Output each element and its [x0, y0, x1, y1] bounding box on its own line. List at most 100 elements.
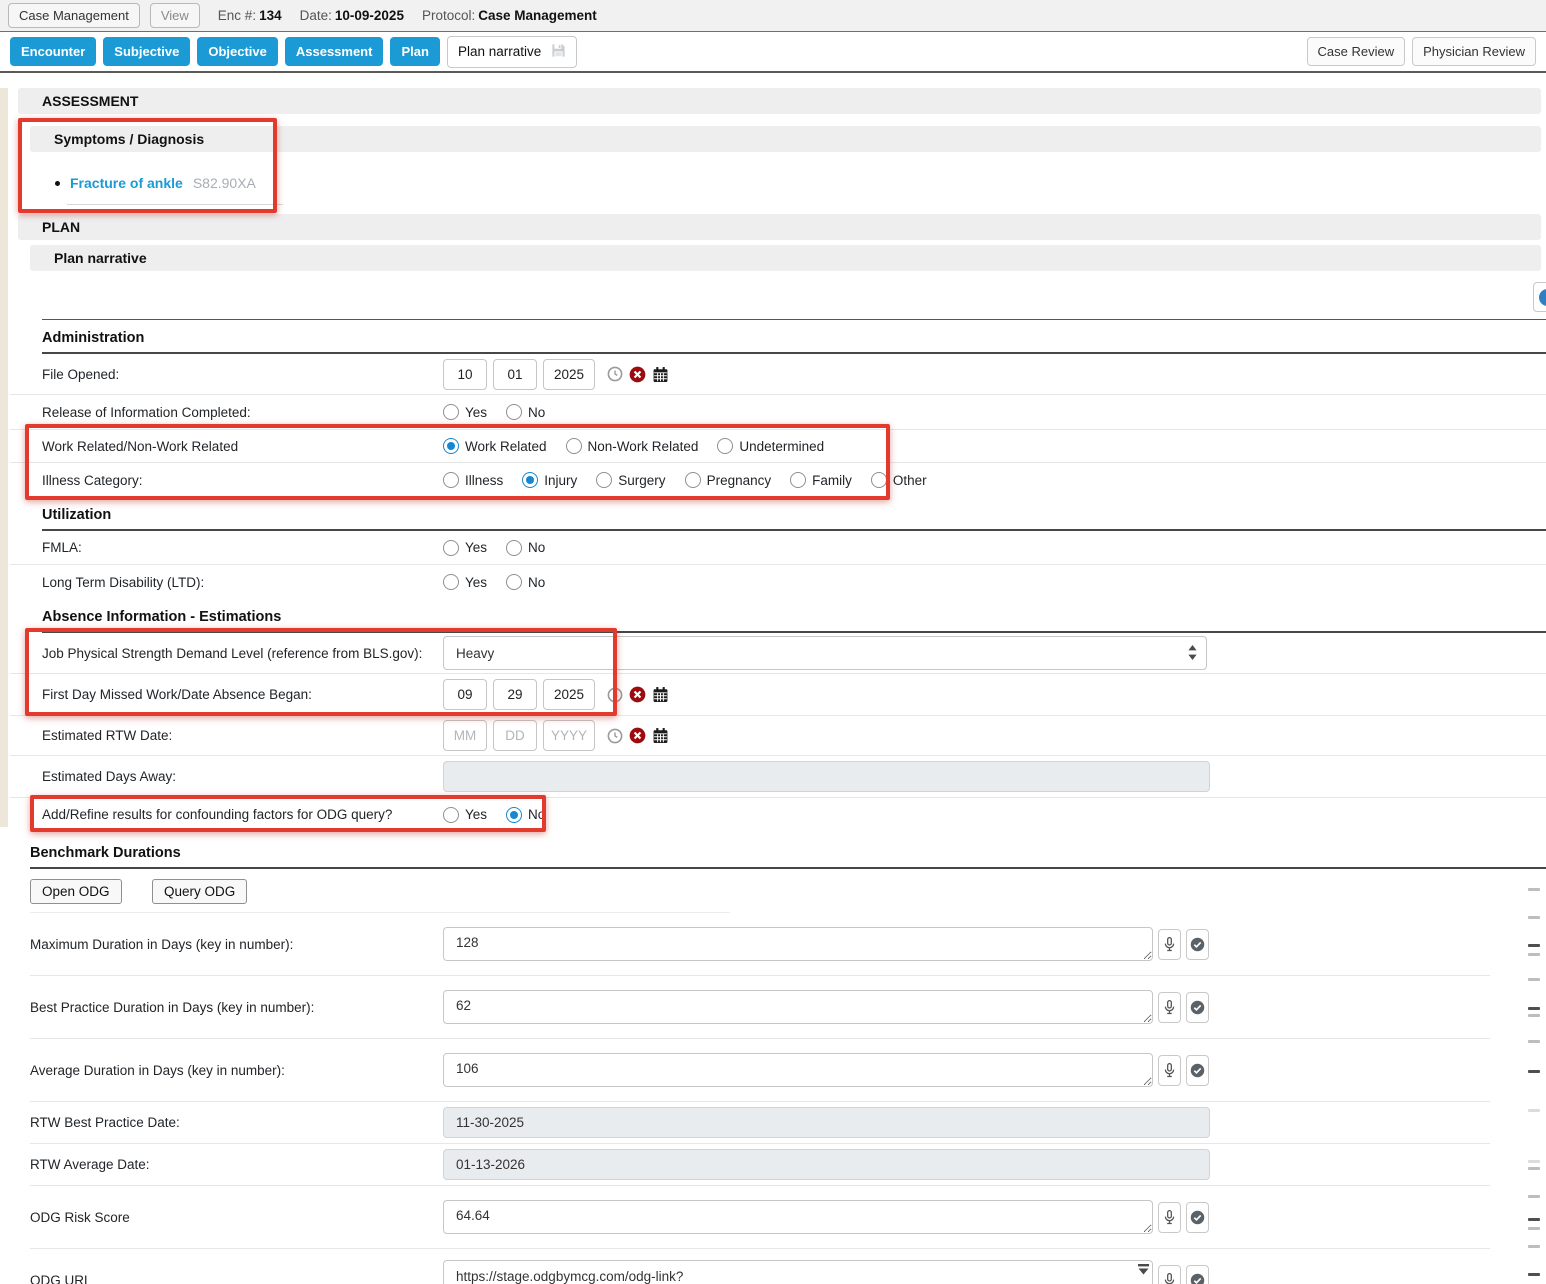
- odg-url-textarea[interactable]: https://stage.odgbymcg.com/odg-link? S82…: [443, 1260, 1153, 1284]
- fmla-yes-radio[interactable]: Yes: [443, 540, 487, 556]
- physician-review-button[interactable]: Physician Review: [1412, 37, 1536, 66]
- check-icon[interactable]: [1186, 929, 1209, 960]
- work-related-radio[interactable]: Work Related: [443, 438, 547, 454]
- cancel-icon[interactable]: [629, 366, 646, 383]
- estimated-rtw-year-input[interactable]: [543, 720, 595, 751]
- work-related-label: Work Related/Non-Work Related: [42, 439, 443, 454]
- clock-icon[interactable]: [607, 728, 623, 744]
- help-button-clipped[interactable]: [1533, 282, 1546, 312]
- estimated-days-input[interactable]: [443, 761, 1210, 792]
- view-button[interactable]: View: [150, 3, 200, 28]
- confounding-yes-radio[interactable]: Yes: [443, 807, 487, 823]
- confounding-group: Add/Refine results for confounding facto…: [10, 797, 1546, 831]
- scroll-down-icon[interactable]: [1138, 1263, 1149, 1281]
- estimated-rtw-day-input[interactable]: [493, 720, 537, 751]
- diagnosis-link[interactable]: Fracture of ankle: [70, 175, 183, 191]
- file-opened-month-input[interactable]: [443, 359, 487, 390]
- diagnosis-code: S82.90XA: [193, 175, 256, 191]
- clock-icon[interactable]: [607, 366, 623, 382]
- family-radio[interactable]: Family: [790, 472, 852, 488]
- avg-duration-textarea[interactable]: 106: [443, 1053, 1153, 1087]
- info-icon: [1539, 289, 1546, 306]
- fmla-label: FMLA:: [42, 540, 443, 555]
- illness-category-row: Illness Category: Illness Injury Surgery…: [10, 463, 1546, 497]
- estimated-rtw-month-input[interactable]: [443, 720, 487, 751]
- job-demand-row: Job Physical Strength Demand Level (refe…: [10, 633, 1546, 674]
- microphone-icon[interactable]: [1158, 1055, 1181, 1086]
- best-practice-textarea[interactable]: 62: [443, 990, 1153, 1024]
- open-odg-button[interactable]: Open ODG: [30, 879, 122, 904]
- select-arrows-icon: [1188, 645, 1197, 663]
- job-demand-select[interactable]: Heavy: [443, 636, 1207, 670]
- microphone-icon[interactable]: [1158, 1265, 1181, 1284]
- illness-radio[interactable]: Illness: [443, 472, 503, 488]
- other-radio[interactable]: Other: [871, 472, 927, 488]
- cancel-icon[interactable]: [629, 686, 646, 703]
- symptoms-diagnosis-header: Symptoms / Diagnosis: [30, 126, 1541, 152]
- first-day-row: First Day Missed Work/Date Absence Began…: [10, 674, 1546, 715]
- check-icon[interactable]: [1186, 1055, 1209, 1086]
- benchmark-header: Benchmark Durations: [10, 831, 1546, 867]
- clock-icon[interactable]: [607, 687, 623, 703]
- fmla-row: FMLA: Yes No: [10, 531, 1546, 565]
- confounding-no-radio[interactable]: No: [506, 807, 545, 823]
- tab-objective[interactable]: Objective: [197, 37, 278, 66]
- tab-encounter[interactable]: Encounter: [10, 37, 96, 66]
- first-day-year-input[interactable]: [543, 679, 595, 710]
- query-odg-button[interactable]: Query ODG: [152, 879, 247, 904]
- check-icon[interactable]: [1186, 1265, 1209, 1284]
- plan-narrative-tab-label: Plan narrative: [458, 44, 541, 59]
- odg-risk-label: ODG Risk Score: [30, 1210, 443, 1225]
- first-day-month-input[interactable]: [443, 679, 487, 710]
- file-opened-year-input[interactable]: [543, 359, 595, 390]
- administration-header: Administration: [10, 320, 1546, 352]
- ltd-yes-radio[interactable]: Yes: [443, 574, 487, 590]
- pregnancy-radio[interactable]: Pregnancy: [685, 472, 772, 488]
- check-icon[interactable]: [1186, 992, 1209, 1023]
- work-related-row: Work Related/Non-Work Related Work Relat…: [10, 429, 1546, 463]
- tab-bar: Encounter Subjective Objective Assessmen…: [0, 32, 1546, 73]
- case-review-button[interactable]: Case Review: [1307, 37, 1406, 66]
- estimated-rtw-label: Estimated RTW Date:: [42, 728, 443, 743]
- plan-section-header: PLAN: [18, 214, 1541, 240]
- release-yes-radio[interactable]: Yes: [443, 404, 487, 420]
- odg-risk-row: ODG Risk Score 64.64: [10, 1186, 1546, 1248]
- fmla-no-radio[interactable]: No: [506, 540, 545, 556]
- tab-subjective[interactable]: Subjective: [103, 37, 190, 66]
- rtw-average-input[interactable]: [443, 1149, 1210, 1180]
- injury-radio[interactable]: Injury: [522, 472, 577, 488]
- plan-narrative-header: Plan narrative: [30, 245, 1541, 271]
- file-opened-day-input[interactable]: [493, 359, 537, 390]
- microphone-icon[interactable]: [1158, 929, 1181, 960]
- calendar-icon[interactable]: [652, 727, 669, 744]
- release-no-radio[interactable]: No: [506, 404, 545, 420]
- rtw-best-input[interactable]: [443, 1107, 1210, 1138]
- rtw-best-label: RTW Best Practice Date:: [30, 1115, 443, 1130]
- non-work-related-radio[interactable]: Non-Work Related: [566, 438, 699, 454]
- odg-url-row: ODG URL https://stage.odgbymcg.com/odg-l…: [10, 1249, 1546, 1284]
- odg-risk-textarea[interactable]: 64.64: [443, 1200, 1153, 1234]
- first-day-label: First Day Missed Work/Date Absence Began…: [42, 687, 443, 702]
- ltd-no-radio[interactable]: No: [506, 574, 545, 590]
- release-info-label: Release of Information Completed:: [42, 405, 443, 420]
- form-content: ASSESSMENT Symptoms / Diagnosis Fracture…: [10, 74, 1546, 1284]
- undetermined-radio[interactable]: Undetermined: [717, 438, 824, 454]
- max-duration-textarea[interactable]: 128: [443, 927, 1153, 961]
- calendar-icon[interactable]: [652, 686, 669, 703]
- estimated-days-row: Estimated Days Away:: [10, 756, 1546, 797]
- bullet-icon: [55, 181, 60, 186]
- check-icon[interactable]: [1186, 1202, 1209, 1233]
- calendar-icon[interactable]: [652, 366, 669, 383]
- case-management-button[interactable]: Case Management: [8, 3, 140, 28]
- tab-plan-narrative[interactable]: Plan narrative: [447, 36, 577, 68]
- file-opened-label: File Opened:: [42, 367, 443, 382]
- tab-assessment[interactable]: Assessment: [285, 37, 384, 66]
- first-day-day-input[interactable]: [493, 679, 537, 710]
- cancel-icon[interactable]: [629, 727, 646, 744]
- encounter-date: Date:10-09-2025: [300, 8, 404, 23]
- microphone-icon[interactable]: [1158, 992, 1181, 1023]
- tab-plan[interactable]: Plan: [390, 37, 439, 66]
- encounter-number: Enc #:134: [218, 8, 282, 23]
- microphone-icon[interactable]: [1158, 1202, 1181, 1233]
- surgery-radio[interactable]: Surgery: [596, 472, 665, 488]
